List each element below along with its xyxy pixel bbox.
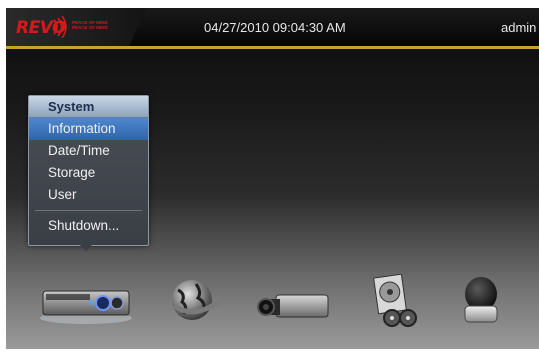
menu-item-date-time[interactable]: Date/Time: [29, 140, 148, 162]
top-bar: REVO PEACE OF MIND PEACE OF MIND 04/27/2…: [6, 8, 539, 49]
ptz-dome-camera-icon[interactable]: [462, 274, 500, 326]
menu-item-storage[interactable]: Storage: [29, 162, 148, 184]
system-menu: System Information Date/Time Storage Use…: [28, 95, 149, 246]
datetime-display: 04/27/2010 09:04:30 AM: [204, 20, 346, 35]
camera-icon[interactable]: [256, 289, 330, 325]
logo-wave-icon: [53, 16, 67, 38]
network-globe-icon[interactable]: [166, 276, 222, 326]
brand-logo: REVO PEACE OF MIND PEACE OF MIND: [6, 8, 146, 46]
media-playback-icon[interactable]: [372, 274, 422, 330]
logo-tagline: PEACE OF MIND PEACE OF MIND: [72, 20, 108, 30]
logged-in-user: admin: [501, 20, 537, 35]
menu-item-user[interactable]: User: [29, 184, 148, 206]
dvr-screen: REVO PEACE OF MIND PEACE OF MIND 04/27/2…: [6, 8, 539, 349]
menu-item-information[interactable]: Information: [29, 118, 148, 140]
menu-pointer: [79, 244, 93, 251]
menu-title: System: [29, 96, 148, 118]
menu-separator: [35, 210, 142, 211]
dvr-system-icon[interactable]: [40, 285, 132, 325]
menu-item-shutdown[interactable]: Shutdown...: [29, 215, 148, 237]
